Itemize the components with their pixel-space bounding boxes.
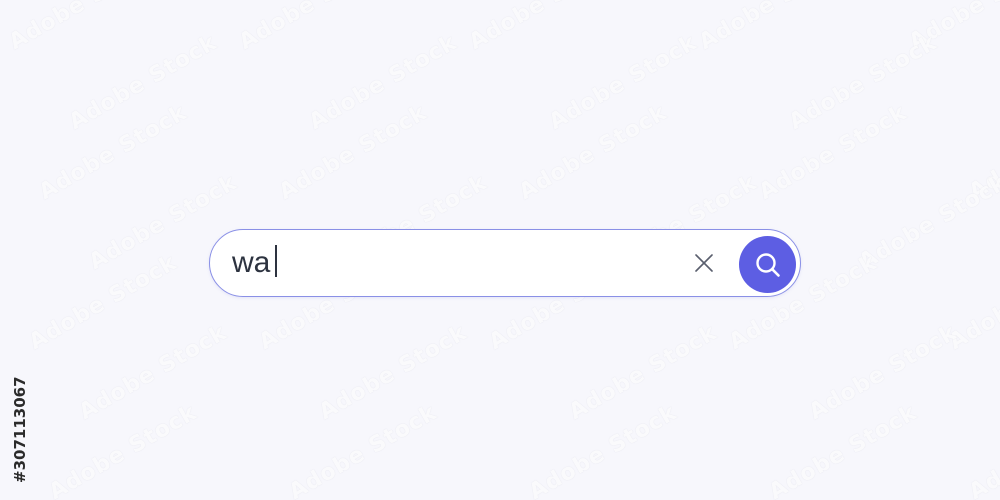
watermark-text: Adobe Stock: [44, 400, 202, 500]
watermark-text: Adobe Stock: [4, 0, 162, 55]
search-submit-button[interactable]: [739, 236, 796, 293]
watermark-text: Adobe Stock: [544, 30, 702, 135]
watermark-text: Adobe Stock: [314, 320, 472, 425]
watermark-text: Adobe Stock: [784, 30, 942, 135]
watermark-text: Adobe Stock: [964, 100, 1000, 205]
search-bar: [209, 229, 801, 297]
watermark-text: Adobe Stock: [74, 320, 232, 425]
watermark-text: Adobe Stock: [904, 0, 1000, 55]
watermark-text: Adobe Stock: [24, 250, 182, 355]
watermark-text: Adobe Stock: [284, 400, 442, 500]
watermark-text: Adobe Stock: [514, 100, 672, 205]
watermark-text: Adobe Stock: [764, 400, 922, 500]
watermark-text: Adobe Stock: [64, 30, 222, 135]
watermark-text: Adobe Stock: [694, 0, 852, 55]
page-background: Adobe Stock Adobe Stock Adobe Stock Adobe S…: [0, 0, 1000, 500]
search-input[interactable]: [232, 244, 672, 282]
watermark-text: Adobe Stock: [754, 100, 912, 205]
watermark-text: Adobe Stock: [854, 170, 1000, 275]
close-icon: [695, 254, 713, 272]
clear-button[interactable]: [690, 249, 718, 277]
text-caret: [275, 245, 277, 277]
search-icon: [755, 252, 780, 277]
stock-id-text: #307113067: [11, 376, 29, 483]
watermark-text: Adobe Stock: [274, 100, 432, 205]
watermark-text: Adobe Stock: [464, 0, 622, 55]
watermark-text: Adobe Stock: [944, 250, 1000, 355]
watermark-text: Adobe Stock: [964, 400, 1000, 500]
stock-id-watermark: #307113067: [11, 268, 33, 483]
watermark-text: Adobe Stock: [564, 320, 722, 425]
watermark-text: Adobe Stock: [234, 0, 392, 55]
watermark-text: Adobe Stock: [34, 100, 192, 205]
watermark-text: Adobe Stock: [524, 400, 682, 500]
watermark-text: Adobe Stock: [804, 320, 962, 425]
watermark-text: Adobe Stock: [304, 30, 462, 135]
